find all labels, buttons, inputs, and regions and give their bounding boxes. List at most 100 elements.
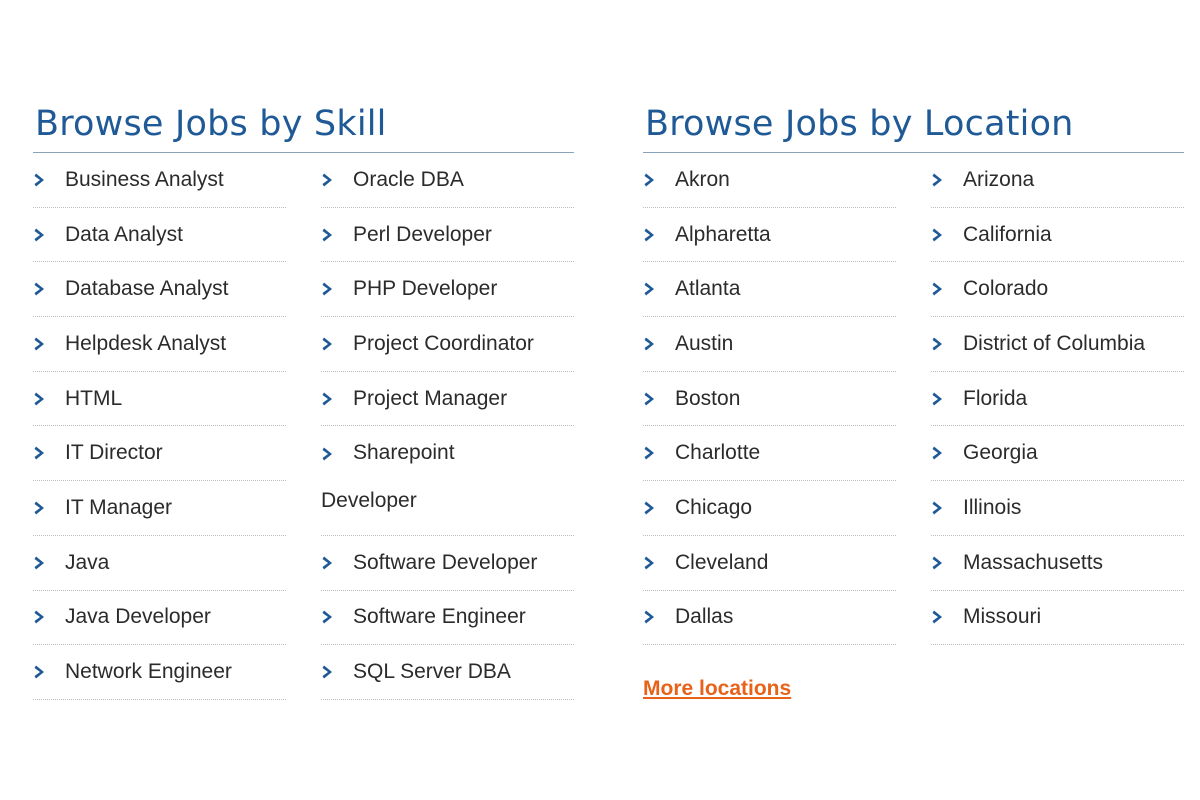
- chevron-right-icon: [932, 277, 956, 301]
- chevron-right-icon: [322, 660, 346, 684]
- skill-item-project-manager[interactable]: Project Manager: [321, 372, 574, 427]
- skill-item-label: Project Coordinator: [353, 331, 534, 355]
- location-item-label: Boston: [675, 386, 741, 410]
- skill-item-oracle-dba[interactable]: Oracle DBA: [321, 153, 574, 208]
- skill-item-software-engineer[interactable]: Software Engineer: [321, 591, 574, 646]
- skill-item-label-line1: Sharepoint: [353, 441, 455, 465]
- more-locations-link[interactable]: More locations: [643, 677, 791, 701]
- chevron-right-icon: [34, 277, 58, 301]
- location-item-label: Massachusetts: [963, 550, 1104, 574]
- location-item-boston[interactable]: Boston: [643, 372, 896, 427]
- chevron-right-icon: [34, 441, 58, 465]
- skill-item-software-developer[interactable]: Software Developer: [321, 536, 574, 591]
- chevron-right-icon: [644, 387, 668, 411]
- location-item-label: California: [963, 222, 1052, 246]
- chevron-right-icon: [322, 551, 346, 575]
- chevron-right-icon: [932, 223, 956, 247]
- chevron-right-icon: [932, 441, 956, 465]
- location-item-label: Arizona: [963, 167, 1035, 191]
- location-list-left: Akron Alpharetta Atlanta Austin Boston Charlo…: [643, 153, 896, 646]
- location-item-massachusetts[interactable]: Massachusetts: [931, 536, 1184, 591]
- skill-item-it-director[interactable]: IT Director: [33, 426, 286, 482]
- chevron-right-icon: [644, 441, 668, 465]
- chevron-right-icon: [322, 277, 346, 301]
- location-item-label: Cleveland: [675, 550, 769, 574]
- browse-by-location-section: Browse Jobs by Location Akron Alpharetta A…: [643, 100, 1184, 700]
- location-item-california[interactable]: California: [931, 208, 1184, 263]
- skill-item-network-engineer[interactable]: Network Engineer: [33, 645, 286, 700]
- skill-item-database-analyst[interactable]: Database Analyst: [33, 262, 286, 318]
- location-item-colorado[interactable]: Colorado: [931, 262, 1184, 318]
- skill-item-perl-developer[interactable]: Perl Developer: [321, 208, 574, 263]
- location-item-district-of-columbia[interactable]: District of Columbia: [931, 317, 1184, 372]
- location-item-arizona[interactable]: Arizona: [931, 153, 1184, 208]
- chevron-right-icon: [932, 332, 956, 356]
- location-item-label: Colorado: [963, 277, 1049, 301]
- location-item-label: Missouri: [963, 605, 1042, 629]
- skill-item-label: Software Developer: [353, 550, 538, 574]
- chevron-right-icon: [322, 387, 346, 411]
- chevron-right-icon: [644, 551, 668, 575]
- skill-item-label: Software Engineer: [353, 605, 526, 629]
- chevron-right-icon: [322, 332, 346, 356]
- location-item-cleveland[interactable]: Cleveland: [643, 536, 896, 591]
- skill-item-java-developer[interactable]: Java Developer: [33, 591, 286, 646]
- chevron-right-icon: [34, 551, 58, 575]
- skill-item-it-manager[interactable]: IT Manager: [33, 481, 286, 536]
- skill-item-label: Oracle DBA: [353, 167, 464, 191]
- location-item-dallas[interactable]: Dallas: [643, 591, 896, 646]
- location-item-label: Austin: [675, 331, 734, 355]
- location-item-missouri[interactable]: Missouri: [931, 591, 1184, 646]
- chevron-right-icon: [34, 387, 58, 411]
- location-item-charlotte[interactable]: Charlotte: [643, 426, 896, 482]
- skill-item-label: IT Director: [65, 441, 163, 465]
- chevron-right-icon: [322, 168, 346, 192]
- skill-item-label: Java Developer: [65, 605, 211, 629]
- chevron-right-icon: [644, 496, 668, 520]
- location-item-illinois[interactable]: Illinois: [931, 481, 1184, 536]
- chevron-right-icon: [644, 223, 668, 247]
- skill-list-left: Business Analyst Data Analyst Database Ana…: [33, 153, 286, 700]
- skill-item-label: Helpdesk Analyst: [65, 331, 227, 355]
- chevron-right-icon: [932, 496, 956, 520]
- skill-item-label: Project Manager: [353, 386, 508, 410]
- skill-item-php-developer[interactable]: PHP Developer: [321, 262, 574, 318]
- chevron-right-icon: [34, 332, 58, 356]
- location-item-alpharetta[interactable]: Alpharetta: [643, 208, 896, 263]
- skill-item-business-analyst[interactable]: Business Analyst: [33, 153, 286, 208]
- skill-item-helpdesk-analyst[interactable]: Helpdesk Analyst: [33, 317, 286, 372]
- chevron-right-icon: [34, 496, 58, 520]
- skill-item-sharepoint-developer[interactable]: Sharepoint Developer: [321, 426, 574, 536]
- location-item-austin[interactable]: Austin: [643, 317, 896, 372]
- location-item-label: District of Columbia: [963, 331, 1146, 355]
- skill-heading: Browse Jobs by Skill: [33, 100, 574, 153]
- chevron-right-icon: [34, 168, 58, 192]
- skill-item-java[interactable]: Java: [33, 536, 286, 591]
- chevron-right-icon: [644, 277, 668, 301]
- chevron-right-icon: [34, 605, 58, 629]
- location-item-akron[interactable]: Akron: [643, 153, 896, 208]
- location-list-right: Arizona California Colorado District of Col…: [931, 153, 1184, 646]
- skill-item-html[interactable]: HTML: [33, 372, 286, 427]
- skill-item-label-line2: Developer: [321, 489, 417, 513]
- location-item-florida[interactable]: Florida: [931, 372, 1184, 427]
- skill-item-label: Perl Developer: [353, 222, 492, 246]
- location-item-label: Dallas: [675, 605, 734, 629]
- chevron-right-icon: [644, 332, 668, 356]
- skill-item-project-coordinator[interactable]: Project Coordinator: [321, 317, 574, 372]
- skill-item-data-analyst[interactable]: Data Analyst: [33, 208, 286, 263]
- skill-item-label: PHP Developer: [353, 277, 498, 301]
- location-item-label: Atlanta: [675, 277, 741, 301]
- location-item-chicago[interactable]: Chicago: [643, 481, 896, 536]
- location-item-atlanta[interactable]: Atlanta: [643, 262, 896, 318]
- skill-item-label: Java: [65, 550, 110, 574]
- skill-item-label: Business Analyst: [65, 167, 224, 191]
- chevron-right-icon: [932, 551, 956, 575]
- chevron-right-icon: [34, 223, 58, 247]
- chevron-right-icon: [932, 387, 956, 411]
- skill-item-label: Data Analyst: [65, 222, 183, 246]
- skill-item-sql-server-dba[interactable]: SQL Server DBA: [321, 645, 574, 700]
- location-item-georgia[interactable]: Georgia: [931, 426, 1184, 482]
- location-item-label: Georgia: [963, 441, 1038, 465]
- skill-item-label: Database Analyst: [65, 277, 229, 301]
